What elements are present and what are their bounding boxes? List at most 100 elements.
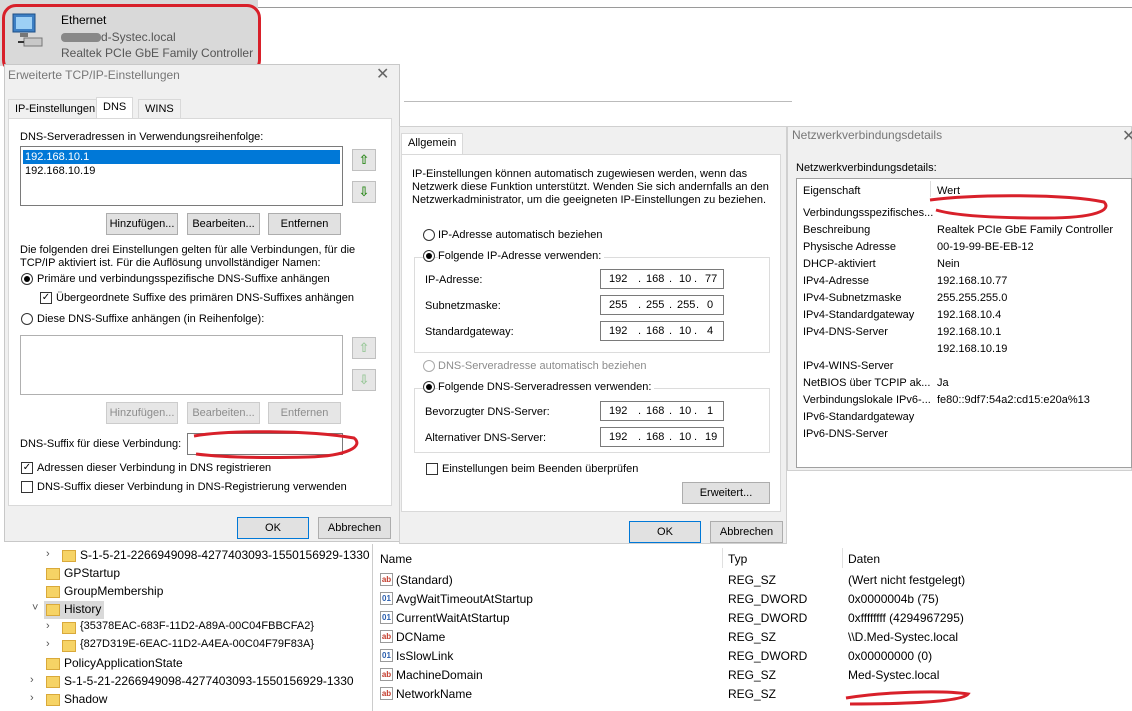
radio-these-label: Diese DNS-Suffixe anhängen (in Reihenfol… xyxy=(37,313,265,325)
advanced-button[interactable]: Erweitert... xyxy=(682,482,770,504)
ipv4-ok-button[interactable]: OK xyxy=(629,521,701,543)
radio-these-suffixes[interactable] xyxy=(21,313,33,325)
registry-value-row[interactable]: 01 CurrentWaitAtStartup REG_DWORD 0xffff… xyxy=(376,609,1132,628)
checkbox-use-suffix[interactable] xyxy=(21,481,33,493)
suffix-move-up-button[interactable]: ⇧ xyxy=(352,337,376,359)
ipv4-cancel-button[interactable]: Abbrechen xyxy=(710,521,783,543)
folder-icon xyxy=(46,586,60,598)
suffix-add-button[interactable]: Hinzufügen... xyxy=(106,402,178,424)
mask-dot: . xyxy=(669,299,673,311)
dns-edit-button[interactable]: Bearbeiten... xyxy=(187,213,260,235)
radio-auto-dns[interactable] xyxy=(423,360,435,372)
string-value-icon: ab xyxy=(380,668,393,681)
tree-node-label: S-1-5-21-2266949098-4277403093-155015692… xyxy=(64,674,354,688)
dns-list-item-selected[interactable]: 192.168.10.1 xyxy=(23,150,340,164)
radio-primary-label: Primäre und verbindungsspezifische DNS-S… xyxy=(37,273,330,285)
radio-static-ip[interactable] xyxy=(423,250,435,262)
checkbox-parent-suffixes[interactable]: ✓ xyxy=(40,292,52,304)
reg-value-name: AvgWaitTimeoutAtStartup xyxy=(396,592,533,606)
suffix-list[interactable] xyxy=(20,335,343,395)
registry-value-row[interactable]: 01 AvgWaitTimeoutAtStartup REG_DWORD 0x0… xyxy=(376,590,1132,609)
suffix-edit-button[interactable]: Bearbeiten... xyxy=(187,402,260,424)
reg-value-name: NetworkName xyxy=(396,687,473,701)
adns-octet: 168 xyxy=(646,431,665,443)
checkbox-validate-settings[interactable] xyxy=(426,463,438,475)
chevron-right-icon[interactable]: › xyxy=(30,692,34,704)
tab-general-label: Allgemein xyxy=(408,137,457,149)
suffix-remove-button[interactable]: Entfernen xyxy=(268,402,341,424)
move-up-button[interactable]: ⇧ xyxy=(352,149,376,171)
network-details-label: Netzwerkverbindungsdetails: xyxy=(796,162,937,174)
pdns-octet: 10 xyxy=(679,405,692,417)
close-icon[interactable]: ✕ xyxy=(376,64,389,84)
chevron-down-icon[interactable]: ˅ xyxy=(32,602,38,614)
detail-value: 192.168.10.1 xyxy=(937,326,1002,338)
suffix-move-down-button[interactable]: ⇩ xyxy=(352,369,376,391)
ip-dot: . xyxy=(694,273,698,285)
ipv4-intro-2: Netzwerk diese Funktion unterstützt. Wen… xyxy=(412,181,769,193)
detail-value: fe80::9df7:54a2:cd15:e20a%13 xyxy=(937,394,1090,406)
string-value-icon: ab xyxy=(380,630,393,643)
adns-octet: 19 xyxy=(705,431,718,443)
preferred-dns-field[interactable]: 192. 168. 10. 1 xyxy=(600,401,724,421)
detail-property: Physische Adresse xyxy=(803,241,896,253)
reg-value-type: REG_DWORD xyxy=(728,649,808,663)
dns-remove-button[interactable]: Entfernen xyxy=(268,213,341,235)
registry-value-row[interactable]: ab DCName REG_SZ \\D.Med-Systec.local xyxy=(376,628,1132,647)
checkbox-register-dns[interactable]: ✓ xyxy=(21,462,33,474)
chevron-right-icon[interactable]: › xyxy=(30,674,34,686)
dns-server-list[interactable]: 192.168.10.1 192.168.10.19 xyxy=(20,146,343,206)
registry-value-row[interactable]: ab MachineDomain REG_SZ Med-Systec.local xyxy=(376,666,1132,685)
checkbox-parent-label: Übergeordnete Suffixe des primären DNS-S… xyxy=(56,292,354,304)
tree-node-label: GroupMembership xyxy=(64,584,164,598)
gateway-field[interactable]: 192. 168. 10. 4 xyxy=(600,321,724,341)
reg-col-data[interactable]: Daten xyxy=(848,552,880,566)
reg-col-name[interactable]: Name xyxy=(380,552,412,566)
alternate-dns-field[interactable]: 192. 168. 10. 19 xyxy=(600,427,724,447)
chevron-right-icon[interactable]: › xyxy=(46,638,50,650)
detail-property: NetBIOS über TCPIP ak... xyxy=(803,377,931,389)
subnet-mask-field[interactable]: 255. 255. 255. 0 xyxy=(600,295,724,315)
tcpip-ok-button[interactable]: OK xyxy=(237,517,309,539)
radio-primary-suffixes[interactable] xyxy=(21,273,33,285)
tab-ip-settings[interactable]: IP-Einstellungen xyxy=(8,99,103,119)
registry-value-row[interactable]: ab NetworkName REG_SZ xyxy=(376,685,1132,704)
binary-value-icon: 01 xyxy=(380,611,393,624)
tab-general[interactable]: Allgemein xyxy=(401,133,464,155)
pdns-dot: . xyxy=(694,405,698,417)
reg-value-name: IsSlowLink xyxy=(396,649,454,663)
chevron-right-icon[interactable]: › xyxy=(46,548,50,560)
radio-auto-ip[interactable] xyxy=(423,229,435,241)
folder-icon xyxy=(46,658,60,670)
reg-value-name: CurrentWaitAtStartup xyxy=(396,611,510,625)
reg-col-divider xyxy=(722,548,723,568)
details-col-property[interactable]: Eigenschaft xyxy=(803,185,860,197)
adns-octet: 10 xyxy=(679,431,692,443)
dns-list-item[interactable]: 192.168.10.19 xyxy=(25,164,95,178)
registry-value-row[interactable]: ab (Standard) REG_SZ (Wert nicht festgel… xyxy=(376,571,1132,590)
tcpip-cancel-button[interactable]: Abbrechen xyxy=(318,517,391,539)
details-close-icon[interactable]: ✕ xyxy=(1122,126,1132,146)
dns-add-button[interactable]: Hinzufügen... xyxy=(106,213,178,235)
tab-wins[interactable]: WINS xyxy=(138,99,181,119)
radio-static-dns[interactable] xyxy=(423,381,435,393)
gw-octet: 168 xyxy=(646,325,665,337)
tab-ip-settings-label: IP-Einstellungen xyxy=(15,103,96,115)
reg-col-type[interactable]: Typ xyxy=(728,552,747,566)
ip-address-field[interactable]: 192. 168. 10. 77 xyxy=(600,269,724,289)
detail-property: Verbindungslokale IPv6-... xyxy=(803,394,931,406)
ip-dot: . xyxy=(638,273,642,285)
move-down-button[interactable]: ⇩ xyxy=(352,181,376,203)
radio-static-ip-label: Folgende IP-Adresse verwenden: xyxy=(438,250,605,262)
string-value-icon: ab xyxy=(380,687,393,700)
reg-value-data: 0xffffffff (4294967295) xyxy=(848,611,964,625)
tab-dns[interactable]: DNS xyxy=(96,97,134,119)
registry-value-row[interactable]: 01 IsSlowLink REG_DWORD 0x00000000 (0) xyxy=(376,647,1132,666)
gw-octet: 192 xyxy=(609,325,628,337)
detail-property: IPv4-Standardgateway xyxy=(803,309,915,321)
adns-octet: 192 xyxy=(609,431,628,443)
advanced-tcpip-title: Erweiterte TCP/IP-Einstellungen xyxy=(8,68,180,82)
chevron-right-icon[interactable]: › xyxy=(46,620,50,632)
binary-value-icon: 01 xyxy=(380,649,393,662)
folder-icon xyxy=(62,622,76,634)
